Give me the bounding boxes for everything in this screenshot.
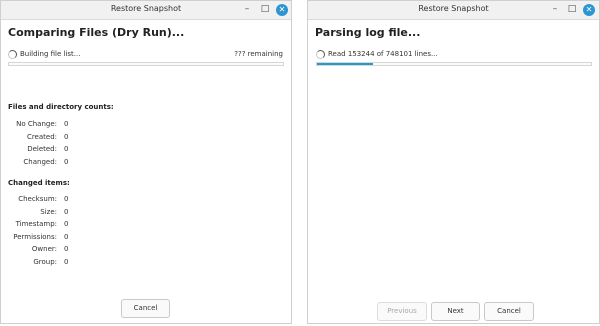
next-button[interactable]: Next — [431, 302, 480, 321]
count-label: Created: — [26, 133, 57, 141]
count-row-changed: Changed: 0 — [1, 158, 81, 168]
changed-value: 0 — [64, 258, 69, 266]
minimize-icon[interactable]: – — [549, 4, 561, 16]
previous-button[interactable]: Previous — [377, 302, 427, 321]
changed-row-size: Size: 0 — [1, 208, 81, 218]
spinner-icon — [316, 50, 325, 59]
page-title: Parsing log file... — [315, 26, 421, 39]
cancel-button[interactable]: Cancel — [484, 302, 534, 321]
count-value: 0 — [64, 120, 69, 128]
changed-label: Group: — [33, 258, 57, 266]
changed-label: Permissions: — [13, 233, 57, 241]
changed-value: 0 — [64, 208, 69, 216]
changed-value: 0 — [64, 195, 69, 203]
count-label: Deleted: — [27, 145, 57, 153]
titlebar[interactable]: Restore Snapshot – □ ✕ — [1, 1, 291, 20]
count-label: Changed: — [23, 158, 57, 166]
titlebar[interactable]: Restore Snapshot – □ ✕ — [308, 1, 599, 20]
changed-label: Size: — [40, 208, 57, 216]
changed-value: 0 — [64, 233, 69, 241]
count-label: No Change: — [16, 120, 57, 128]
progress-fill — [317, 63, 374, 65]
status-text: Read 153244 of 748101 lines... — [328, 50, 438, 58]
parse-log-window: Restore Snapshot – □ ✕ Parsing log file.… — [307, 0, 600, 324]
changed-row-permissions: Permissions: 0 — [1, 233, 81, 243]
changed-value: 0 — [64, 245, 69, 253]
remaining-text: ??? remaining — [234, 50, 283, 58]
page-title: Comparing Files (Dry Run)... — [8, 26, 185, 39]
changed-section-title: Changed items: — [8, 179, 70, 187]
count-row-created: Created: 0 — [1, 133, 81, 143]
changed-row-timestamp: Timestamp: 0 — [1, 220, 81, 230]
status-text: Building file list... — [20, 50, 81, 58]
minimize-icon[interactable]: – — [241, 4, 253, 16]
count-value: 0 — [64, 145, 69, 153]
changed-value: 0 — [64, 220, 69, 228]
maximize-icon[interactable]: □ — [259, 4, 271, 16]
changed-label: Owner: — [31, 245, 57, 253]
counts-section-title: Files and directory counts: — [8, 103, 114, 111]
count-value: 0 — [64, 133, 69, 141]
changed-row-group: Group: 0 — [1, 258, 81, 268]
dry-run-window: Restore Snapshot – □ ✕ Comparing Files (… — [0, 0, 292, 324]
spinner-icon — [8, 50, 17, 59]
close-icon[interactable]: ✕ — [583, 4, 595, 16]
changed-row-owner: Owner: 0 — [1, 245, 81, 255]
changed-row-checksum: Checksum: 0 — [1, 195, 81, 205]
count-row-no-change: No Change: 0 — [1, 120, 81, 130]
count-value: 0 — [64, 158, 69, 166]
close-icon[interactable]: ✕ — [276, 4, 288, 16]
changed-label: Checksum: — [18, 195, 57, 203]
progress-bar — [316, 62, 592, 66]
changed-label: Timestamp: — [15, 220, 57, 228]
count-row-deleted: Deleted: 0 — [1, 145, 81, 155]
cancel-button[interactable]: Cancel — [121, 299, 170, 318]
progress-bar — [8, 62, 284, 66]
maximize-icon[interactable]: □ — [566, 4, 578, 16]
